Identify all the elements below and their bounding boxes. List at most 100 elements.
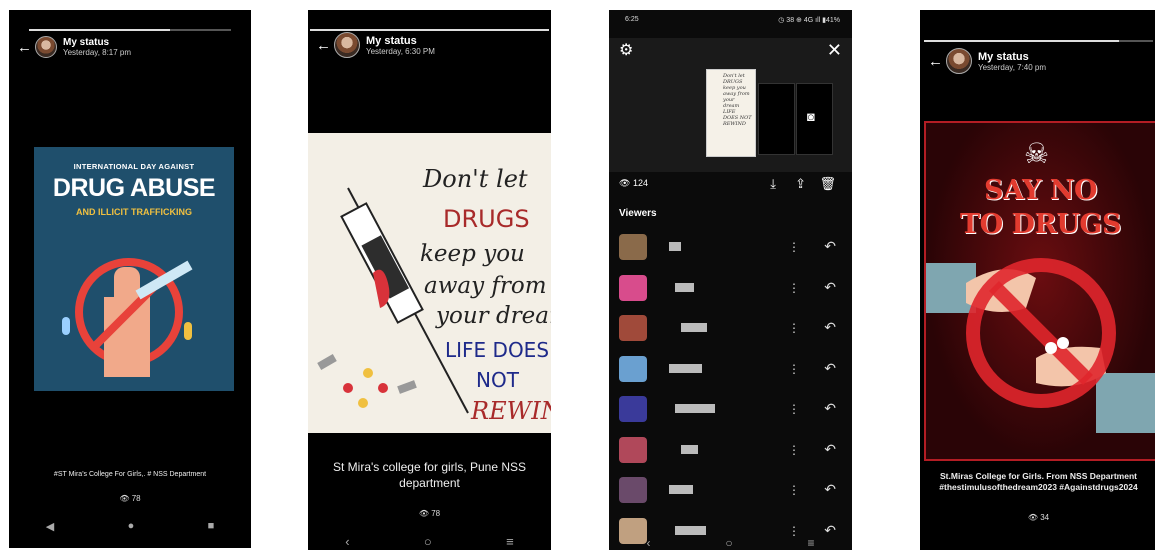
avatar[interactable]	[334, 32, 360, 58]
status-title: My status	[63, 37, 110, 48]
viewer-name-redacted	[681, 444, 698, 454]
eye-icon: 👁	[1027, 513, 1041, 522]
viewer-avatar	[619, 396, 647, 422]
more-options-icon[interactable]: ⋮	[788, 402, 800, 416]
nav-back-icon[interactable]: ‹	[345, 534, 349, 549]
nav-recents-icon[interactable]: ≡	[506, 534, 514, 549]
nav-recents-icon[interactable]: ≡	[808, 536, 815, 550]
trash-icon[interactable]: 🗑	[819, 176, 836, 192]
viewer-row[interactable]: ⋮ ↶	[619, 473, 842, 507]
drug-abuse-poster: INTERNATIONAL DAY AGAINST DRUG ABUSE AND…	[34, 147, 234, 391]
viewer-name-redacted	[669, 242, 681, 251]
poster-line: away from	[424, 273, 547, 299]
status-progress-bar	[924, 40, 1153, 42]
views-counter[interactable]: 👁 34	[920, 513, 1155, 522]
reply-icon[interactable]: ↶	[824, 360, 836, 377]
reply-icon[interactable]: ↶	[824, 238, 836, 255]
android-nav-bar: ◀ ● ■	[9, 520, 251, 533]
dont-let-drugs-poster: Don't let DRUGS keep you away from your …	[308, 133, 551, 433]
add-status-button[interactable]: ◙	[796, 83, 833, 155]
android-nav-bar: ‹ ○ ≡	[609, 536, 852, 550]
nav-home-icon[interactable]: ●	[128, 520, 135, 533]
status-progress-bar	[29, 29, 231, 31]
viewer-name-redacted	[675, 525, 706, 535]
status-title: My status	[978, 50, 1029, 63]
viewer-avatar	[619, 436, 647, 463]
more-options-icon[interactable]: ⋮	[788, 281, 800, 295]
status-time: Yesterday, 6:30 PM	[366, 46, 435, 56]
status-viewer-1: ← My status Yesterday, 8:17 pm INTERNATI…	[9, 10, 251, 548]
download-icon[interactable]: ⤓	[770, 176, 776, 192]
status-caption: #ST Mira's College For Girls,. # NSS Dep…	[53, 471, 207, 478]
viewer-avatar	[619, 315, 647, 341]
viewer-avatar	[619, 274, 647, 301]
share-icon[interactable]: ⇪	[795, 176, 806, 192]
avatar[interactable]	[946, 48, 972, 74]
reply-icon[interactable]: ↶	[824, 400, 836, 417]
nav-home-icon[interactable]: ○	[424, 534, 432, 549]
viewers-label: Viewers	[619, 208, 657, 219]
status-time: Yesterday, 8:17 pm	[63, 48, 132, 57]
say-no-to-drugs-poster: ☠ SAY NO TO DRUGS	[924, 121, 1155, 461]
more-options-icon[interactable]: ⋮	[788, 362, 800, 376]
thumbnail-text: Don't let DRUGS keep you away from your …	[723, 73, 752, 127]
nav-back-icon[interactable]: ◀	[46, 520, 54, 533]
more-options-icon[interactable]: ⋮	[788, 240, 800, 254]
avatar[interactable]	[35, 36, 57, 58]
back-arrow-icon[interactable]: ←	[17, 39, 35, 56]
status-header: ← My status Yesterday, 6:30 PM	[316, 32, 435, 58]
status-title: My status	[366, 34, 417, 47]
back-arrow-icon[interactable]: ←	[316, 37, 334, 54]
nav-home-icon[interactable]: ○	[725, 536, 732, 550]
more-options-icon[interactable]: ⋮	[788, 443, 800, 457]
clock: 6:25	[625, 16, 639, 23]
viewer-avatar	[619, 234, 647, 260]
reply-icon[interactable]: ↶	[824, 441, 836, 458]
poster-line: DRUGS	[443, 205, 530, 233]
viewer-row[interactable]: ⋮ ↶	[619, 433, 842, 467]
viewer-row[interactable]: ⋮ ↶	[619, 311, 842, 345]
viewer-name-redacted	[675, 282, 694, 292]
viewer-name-redacted	[669, 363, 702, 373]
viewer-name-redacted	[675, 404, 715, 413]
reply-icon[interactable]: ↶	[824, 319, 836, 336]
status-progress-bar	[310, 29, 549, 31]
viewer-name-redacted	[681, 323, 707, 332]
android-nav-bar: ‹ ○ ≡	[308, 534, 551, 549]
viewer-row[interactable]: ⋮ ↶	[619, 392, 842, 426]
status-viewer-4: ← My status Yesterday, 7:40 pm ☠ SAY NO …	[920, 10, 1155, 550]
status-caption: St Mira's college for girls, Pune NSS de…	[332, 460, 527, 490]
status-header: ← My status Yesterday, 8:17 pm	[17, 36, 131, 58]
status-thumbnail[interactable]	[758, 83, 795, 155]
status-thumbnail[interactable]: Don't let DRUGS keep you away from your …	[706, 69, 756, 157]
poster-line: NOT	[476, 368, 519, 392]
viewer-row[interactable]: ⋮ ↶	[619, 352, 842, 386]
nav-back-icon[interactable]: ‹	[646, 536, 650, 550]
nav-recents-icon[interactable]: ■	[208, 520, 215, 533]
status-thumbnails: ⚙ ✕ Don't let DRUGS keep you away from y…	[609, 38, 852, 172]
status-time: Yesterday, 7:40 pm	[978, 62, 1047, 72]
close-icon[interactable]: ✕	[827, 40, 842, 61]
more-options-icon[interactable]: ⋮	[788, 483, 800, 497]
viewers-toolbar: 👁 124 ⤓ ⇪ 🗑	[619, 176, 836, 192]
views-counter[interactable]: 👁 78	[9, 494, 251, 503]
views-counter[interactable]: 👁 78	[308, 509, 551, 518]
reply-icon[interactable]: ↶	[824, 279, 836, 296]
viewer-row[interactable]: ⋮ ↶	[619, 230, 842, 264]
status-viewer-2: ← My status Yesterday, 6:30 PM Don't let…	[308, 10, 551, 550]
viewer-avatar	[619, 355, 647, 382]
status-bar: 6:25 ◷ 38 ⊕ 4G ıll ▮41%	[625, 16, 840, 24]
more-options-icon[interactable]: ⋮	[788, 321, 800, 335]
system-indicators: ◷ 38 ⊕ 4G ıll ▮41%	[778, 17, 840, 24]
poster-line: LIFE DOES	[445, 338, 550, 362]
no-drugs-sign	[926, 258, 1155, 433]
camera-icon: ◙	[807, 109, 815, 124]
no-drugs-illustration	[62, 258, 193, 377]
back-arrow-icon[interactable]: ←	[928, 53, 946, 70]
status-header: ← My status Yesterday, 7:40 pm	[928, 48, 1046, 74]
gear-icon[interactable]: ⚙	[619, 40, 633, 60]
reply-icon[interactable]: ↶	[824, 481, 836, 498]
poster-line: keep you	[420, 241, 525, 267]
viewer-name-redacted	[669, 485, 693, 494]
viewer-row[interactable]: ⋮ ↶	[619, 271, 842, 305]
